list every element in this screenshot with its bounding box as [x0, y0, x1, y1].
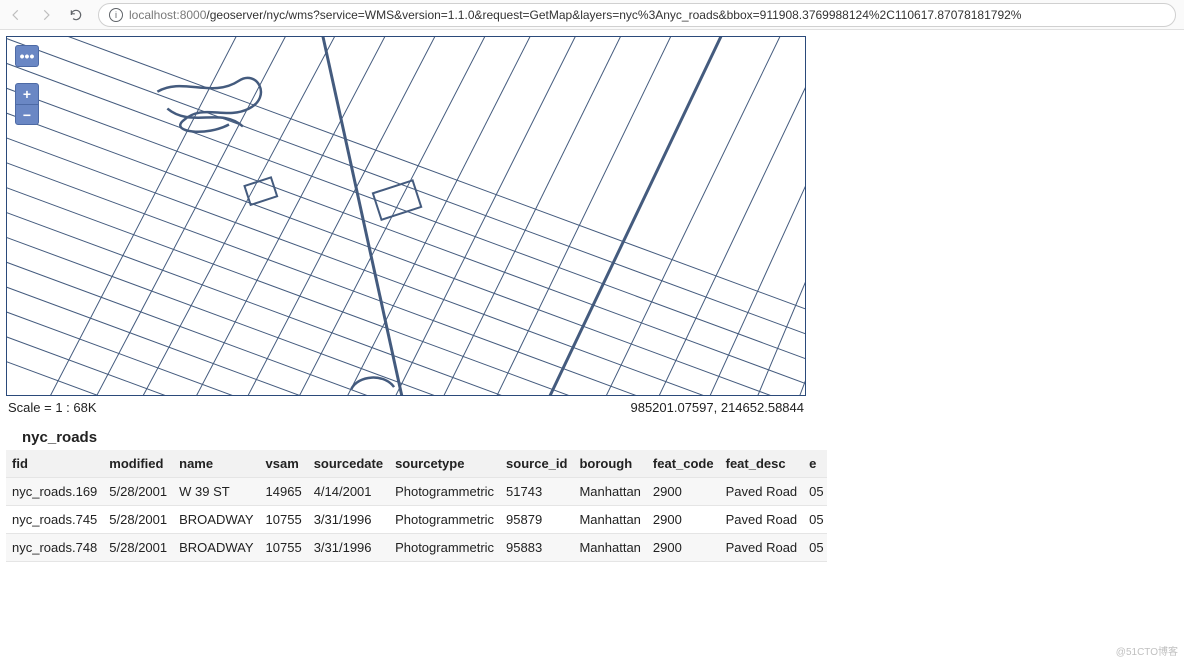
cell-sourcetype: Photogrammetric	[389, 534, 500, 562]
url-path: /geoserver/nyc/wms?service=WMS&version=1…	[206, 8, 1021, 22]
cell-vsam: 10755	[260, 534, 308, 562]
cell-borough: Manhattan	[573, 506, 646, 534]
cell-e: 05	[803, 478, 827, 506]
cell-name: BROADWAY	[173, 534, 259, 562]
col-fid: fid	[6, 450, 103, 478]
cell-source_id: 51743	[500, 478, 573, 506]
url-host: localhost:8000	[129, 8, 206, 22]
map-coords-label: 985201.07597, 214652.58844	[630, 400, 804, 415]
cell-modified: 5/28/2001	[103, 534, 173, 562]
cell-sourcedate: 4/14/2001	[308, 478, 389, 506]
table-header-row: fid modified name vsam sourcedate source…	[6, 450, 827, 478]
layer-title: nyc_roads	[6, 425, 1178, 450]
watermark: @51CTO博客	[1116, 643, 1178, 658]
map-zoom-control: + −	[15, 83, 39, 125]
cell-vsam: 10755	[260, 506, 308, 534]
cell-modified: 5/28/2001	[103, 478, 173, 506]
col-e: e	[803, 450, 827, 478]
map-viewport[interactable]: ••• + −	[6, 36, 806, 396]
col-sourcetype: sourcetype	[389, 450, 500, 478]
address-bar[interactable]: i localhost:8000 /geoserver/nyc/wms?serv…	[98, 3, 1176, 27]
col-source-id: source_id	[500, 450, 573, 478]
col-sourcedate: sourcedate	[308, 450, 389, 478]
cell-fid: nyc_roads.748	[6, 534, 103, 562]
cell-feat_desc: Paved Road	[720, 506, 804, 534]
cell-e: 05	[803, 506, 827, 534]
feature-table: fid modified name vsam sourcedate source…	[6, 450, 827, 562]
map-scale-label: Scale = 1 : 68K	[8, 400, 97, 415]
col-feat-code: feat_code	[647, 450, 720, 478]
col-modified: modified	[103, 450, 173, 478]
cell-modified: 5/28/2001	[103, 506, 173, 534]
table-row[interactable]: nyc_roads.7485/28/2001BROADWAY107553/31/…	[6, 534, 827, 562]
cell-feat_code: 2900	[647, 478, 720, 506]
cell-sourcedate: 3/31/1996	[308, 506, 389, 534]
table-row[interactable]: nyc_roads.1695/28/2001W 39 ST149654/14/2…	[6, 478, 827, 506]
browser-toolbar: i localhost:8000 /geoserver/nyc/wms?serv…	[0, 0, 1184, 30]
cell-sourcedate: 3/31/1996	[308, 534, 389, 562]
cell-sourcetype: Photogrammetric	[389, 478, 500, 506]
cell-borough: Manhattan	[573, 478, 646, 506]
map-menu-button[interactable]: •••	[16, 46, 38, 66]
map-status-bar: Scale = 1 : 68K 985201.07597, 214652.588…	[6, 398, 806, 425]
col-vsam: vsam	[260, 450, 308, 478]
cell-fid: nyc_roads.169	[6, 478, 103, 506]
forward-button[interactable]	[38, 7, 54, 23]
cell-vsam: 14965	[260, 478, 308, 506]
site-info-icon[interactable]: i	[109, 8, 123, 22]
reload-button[interactable]	[68, 7, 84, 23]
cell-sourcetype: Photogrammetric	[389, 506, 500, 534]
cell-e: 05	[803, 534, 827, 562]
back-button[interactable]	[8, 7, 24, 23]
cell-feat_code: 2900	[647, 534, 720, 562]
map-roads-layer	[7, 37, 805, 395]
col-borough: borough	[573, 450, 646, 478]
zoom-out-button[interactable]: −	[16, 104, 38, 124]
cell-borough: Manhattan	[573, 534, 646, 562]
table-row[interactable]: nyc_roads.7455/28/2001BROADWAY107553/31/…	[6, 506, 827, 534]
cell-fid: nyc_roads.745	[6, 506, 103, 534]
cell-source_id: 95883	[500, 534, 573, 562]
col-feat-desc: feat_desc	[720, 450, 804, 478]
cell-feat_desc: Paved Road	[720, 534, 804, 562]
cell-feat_desc: Paved Road	[720, 478, 804, 506]
cell-name: W 39 ST	[173, 478, 259, 506]
zoom-in-button[interactable]: +	[16, 84, 38, 104]
map-menu-control[interactable]: •••	[15, 45, 39, 67]
cell-feat_code: 2900	[647, 506, 720, 534]
cell-source_id: 95879	[500, 506, 573, 534]
cell-name: BROADWAY	[173, 506, 259, 534]
col-name: name	[173, 450, 259, 478]
